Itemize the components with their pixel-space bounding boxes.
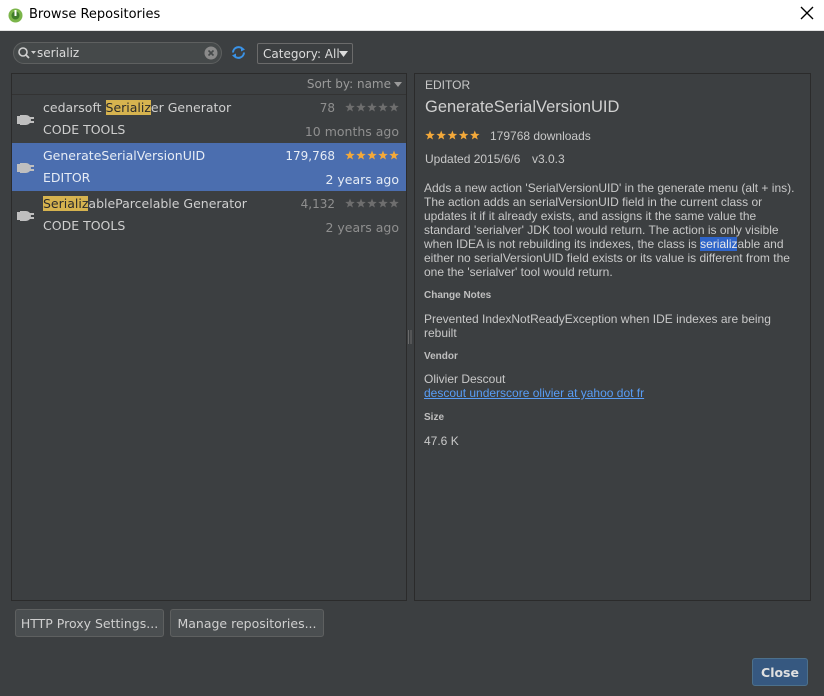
plugin-row[interactable]: SerializableParcelable Generator CODE TOO… <box>12 191 406 239</box>
vendor-heading: Vendor <box>424 351 458 362</box>
search-highlight: Serializ <box>105 100 151 115</box>
plugin-name: SerializableParcelable Generator <box>43 196 247 211</box>
search-highlight: serializ <box>700 237 738 251</box>
http-proxy-settings-button[interactable]: HTTP Proxy Settings... <box>15 609 164 637</box>
plugin-category: EDITOR <box>43 170 91 185</box>
plugin-downloads: 78 <box>319 101 335 115</box>
detail-updated: Updated 2015/6/6 <box>425 152 521 166</box>
plugin-date: 2 years ago <box>325 172 399 187</box>
star-icon <box>389 198 399 208</box>
star-icon <box>356 150 366 160</box>
star-icon <box>458 130 469 140</box>
chevron-down-icon <box>394 82 402 87</box>
detail-downloads: 179768 downloads <box>490 129 591 143</box>
star-icon <box>436 130 446 140</box>
change-notes-text: Prevented IndexNotReadyException when ID… <box>424 312 771 340</box>
plugin-row[interactable]: GenerateSerialVersionUID EDITOR 179,768 2 y… <box>12 143 406 191</box>
android-studio-icon <box>8 8 23 23</box>
plugin-category: CODE TOOLS <box>43 122 126 137</box>
plugin-name: cedarsoft Serializer Generator <box>43 100 232 115</box>
search-box[interactable] <box>13 42 222 64</box>
star-icon <box>356 102 366 112</box>
star-icon <box>367 150 377 160</box>
rating-stars <box>345 198 399 208</box>
sort-bar[interactable]: Sort by: name <box>12 74 406 95</box>
rating-stars <box>425 130 480 140</box>
star-icon <box>447 130 458 140</box>
title-bar: Browse Repositories <box>0 0 824 31</box>
star-icon <box>367 198 377 208</box>
vendor-name: Olivier Descout <box>424 372 506 386</box>
plugin-date: 10 months ago <box>304 124 399 139</box>
plugin-date: 2 years ago <box>325 220 399 235</box>
search-input[interactable] <box>37 44 197 62</box>
plugin-icon <box>17 211 34 221</box>
sort-label[interactable]: Sort by: name <box>307 77 391 91</box>
vendor-link[interactable]: descout underscore olivier at yahoo dot … <box>424 386 644 400</box>
star-icon <box>345 150 355 160</box>
plugin-downloads: 179,768 <box>285 149 335 163</box>
category-label: Category: All <box>263 47 340 61</box>
chevron-down-icon <box>339 51 348 57</box>
detail-title: GenerateSerialVersionUID <box>425 98 620 116</box>
plugin-downloads: 4,132 <box>300 197 335 211</box>
refresh-icon[interactable] <box>230 44 247 61</box>
search-highlight: Serializ <box>43 196 89 211</box>
category-dropdown[interactable]: Category: All <box>257 43 353 64</box>
star-icon <box>378 198 388 208</box>
star-icon <box>425 130 435 140</box>
clear-icon[interactable] <box>204 46 218 60</box>
plugin-list: Sort by: name cedarsoft Serializer Gener… <box>11 73 407 601</box>
star-icon <box>345 102 355 112</box>
detail-version: v3.0.3 <box>532 152 565 166</box>
plugin-name: GenerateSerialVersionUID <box>43 148 206 163</box>
star-icon <box>470 130 480 140</box>
star-icon <box>378 102 388 112</box>
detail-category: EDITOR <box>425 78 471 92</box>
size-heading: Size <box>424 412 445 423</box>
detail-description: Adds a new action 'SerialVersionUID' in … <box>424 181 795 279</box>
splitter-handle[interactable] <box>408 330 412 344</box>
plugin-category: CODE TOOLS <box>43 218 126 233</box>
search-icon[interactable] <box>17 46 37 60</box>
rating-stars <box>345 102 399 112</box>
plugin-icon <box>17 163 34 173</box>
star-icon <box>367 102 377 112</box>
window-title: Browse Repositories <box>29 7 161 22</box>
plugin-details: EDITOR GenerateSerialVersionUID 179768 d… <box>414 73 811 601</box>
star-icon <box>389 150 399 160</box>
star-icon <box>378 150 388 160</box>
star-icon <box>389 102 399 112</box>
close-icon[interactable] <box>800 6 814 20</box>
manage-repositories-button[interactable]: Manage repositories... <box>170 609 324 637</box>
close-button[interactable]: Close <box>752 658 808 686</box>
change-notes-heading: Change Notes <box>424 290 492 301</box>
rating-stars <box>345 150 399 160</box>
plugin-icon <box>17 115 34 125</box>
star-icon <box>345 198 355 208</box>
plugin-row[interactable]: cedarsoft Serializer Generator CODE TOOLS… <box>12 95 406 143</box>
star-icon <box>356 198 366 208</box>
size-value: 47.6 K <box>424 434 459 448</box>
